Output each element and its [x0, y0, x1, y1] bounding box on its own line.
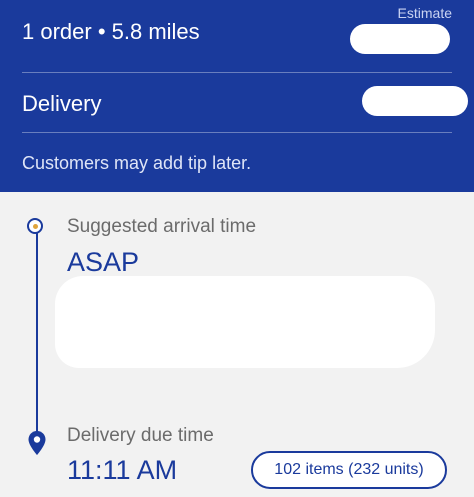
divider — [22, 132, 452, 133]
items-button[interactable]: 102 items (232 units) — [251, 451, 447, 489]
divider — [22, 72, 452, 73]
start-dot-center — [33, 224, 38, 229]
order-header: Estimate 1 order • 5.8 miles Delivery Cu… — [0, 0, 474, 192]
estimate-label: Estimate — [397, 5, 452, 21]
delivery-due-label: Delivery due time — [67, 425, 214, 446]
delivery-due-value: 11:11 AM — [67, 455, 178, 485]
start-dot-icon — [27, 218, 43, 234]
delivery-label: Delivery — [22, 91, 102, 116]
order-summary: 1 order • 5.8 miles — [22, 19, 200, 44]
location-pin-icon — [28, 431, 46, 455]
redacted-earnings — [350, 24, 450, 54]
tip-note: Customers may add tip later. — [22, 153, 252, 173]
suggested-arrival-label: Suggested arrival time — [67, 216, 257, 237]
timeline-line — [36, 228, 38, 440]
suggested-arrival-value: ASAP — [67, 247, 140, 277]
redacted-address — [55, 276, 435, 368]
redacted-delivery-amount — [362, 86, 468, 116]
